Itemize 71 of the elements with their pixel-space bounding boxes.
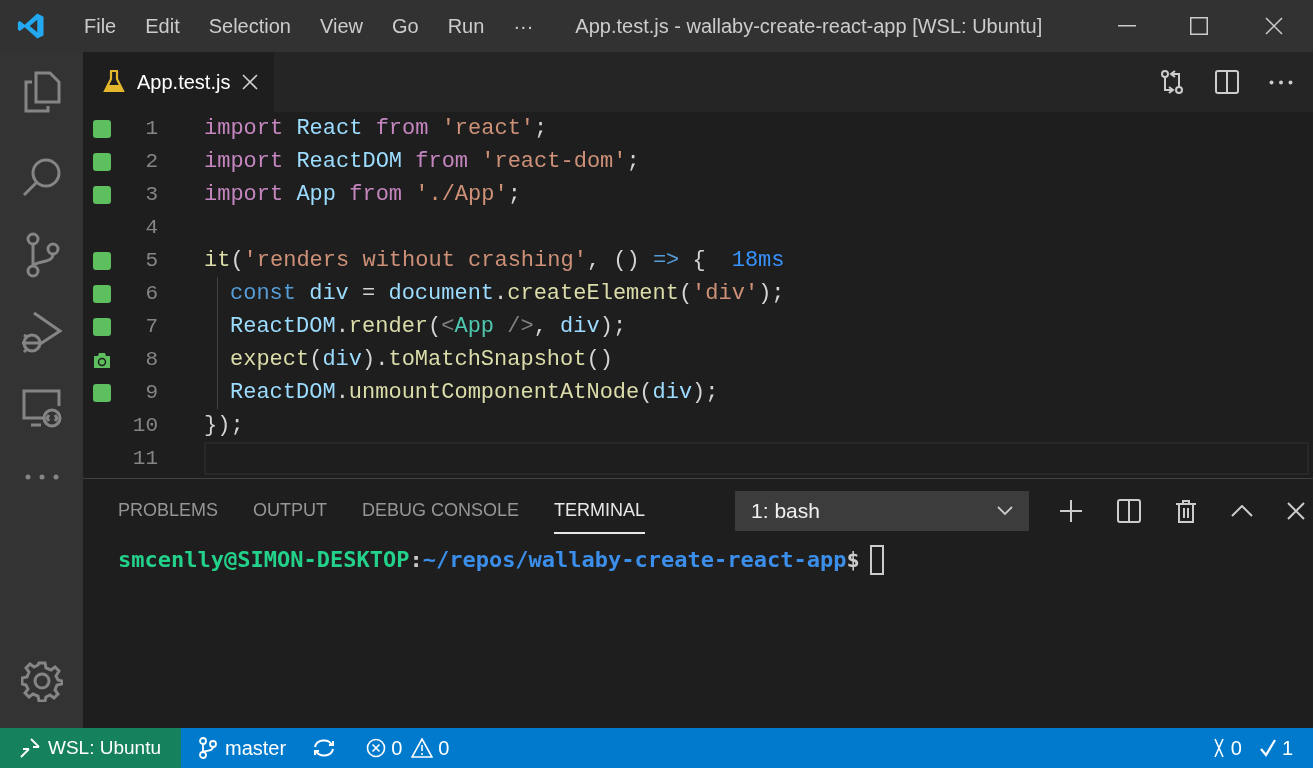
- line-number: 11: [131, 445, 158, 472]
- line-number: 2: [144, 148, 158, 175]
- terminal-prompt-symbol: $: [846, 546, 860, 574]
- panel-tab[interactable]: TERMINAL: [554, 488, 646, 534]
- code-line: ReactDOM.unmountComponentAtNode(div);: [230, 379, 719, 407]
- menu-item[interactable]: Run: [435, 11, 497, 41]
- line-number: 1: [144, 115, 158, 142]
- run-debug-icon[interactable]: [19, 310, 64, 356]
- passed-tests-indicator[interactable]: 1: [1259, 733, 1293, 763]
- code-line: });: [204, 412, 244, 440]
- more-actions-icon[interactable]: [1269, 79, 1293, 85]
- code-line: ReactDOM.render(<App />, div);: [230, 313, 627, 341]
- search-icon[interactable]: [20, 156, 63, 198]
- close-icon[interactable]: [1265, 17, 1283, 35]
- line-number: 6: [144, 280, 158, 307]
- menu-item[interactable]: File: [72, 11, 129, 41]
- more-icon[interactable]: [24, 474, 59, 480]
- cross-icon: [1212, 738, 1225, 758]
- test-duration: 18ms: [731, 247, 785, 275]
- branch-indicator[interactable]: master: [199, 733, 287, 763]
- failed-tests-indicator[interactable]: 0: [1212, 733, 1242, 763]
- warning-icon: [411, 738, 434, 758]
- editor-tab[interactable]: App.test.js: [83, 52, 275, 112]
- panel-tab[interactable]: PROBLEMS: [118, 488, 219, 534]
- line-number: 9: [144, 379, 158, 406]
- code-line: expect(div).toMatchSnapshot(): [230, 346, 613, 374]
- code-line: import ReactDOM from 'react-dom';: [204, 148, 640, 176]
- compare-changes-icon[interactable]: [1159, 69, 1185, 95]
- maximize-icon[interactable]: [1190, 17, 1208, 35]
- window-title: App.test.js - wallaby-create-react-app [WSL: Ubuntu]: [575, 14, 1043, 39]
- remote-indicator[interactable]: WSL: Ubuntu: [0, 728, 181, 768]
- chevron-down-icon: [997, 506, 1014, 516]
- terminal-path: ~/repos/wallaby-create-react-app: [422, 546, 847, 574]
- problems-indicator[interactable]: 0 0: [366, 733, 450, 763]
- code-line: const div = document.createElement('div');: [230, 280, 785, 308]
- check-icon: [1259, 739, 1276, 757]
- menu-item[interactable]: Edit: [133, 11, 192, 41]
- flask-icon: [103, 70, 125, 94]
- line-number: 10: [131, 412, 158, 439]
- code-line: it('renders without crashing', () => {: [204, 247, 706, 275]
- remote-icon: [20, 738, 40, 758]
- error-icon: [366, 738, 387, 758]
- line-number: 3: [144, 181, 158, 208]
- terminal-separator: :: [409, 546, 423, 574]
- split-terminal-icon[interactable]: [1117, 499, 1142, 523]
- panel-tab[interactable]: OUTPUT: [253, 488, 328, 534]
- line-number: 7: [144, 313, 158, 340]
- app-logo-icon: [16, 11, 46, 41]
- code-line: import App from './App';: [204, 181, 521, 209]
- remote-explorer-icon[interactable]: [20, 388, 63, 428]
- sync-icon[interactable]: [312, 738, 337, 758]
- chevron-up-icon[interactable]: [1231, 505, 1254, 517]
- split-editor-icon[interactable]: [1215, 70, 1239, 94]
- terminal-user-host: smcenlly@SIMON-DESKTOP: [118, 546, 410, 574]
- line-number: 5: [144, 247, 158, 274]
- line-number: 4: [144, 214, 158, 241]
- new-terminal-icon[interactable]: [1059, 499, 1084, 523]
- branch-icon: [199, 737, 217, 759]
- line-number: 8: [144, 346, 158, 373]
- close-tab-icon[interactable]: [242, 74, 259, 90]
- menu-item[interactable]: Go: [380, 11, 431, 41]
- panel-tab[interactable]: DEBUG CONSOLE: [362, 488, 520, 534]
- menu-item[interactable]: View: [308, 11, 375, 41]
- settings-icon[interactable]: [20, 660, 63, 702]
- menu-item[interactable]: Selection: [196, 11, 303, 41]
- terminal-cursor: [869, 544, 884, 575]
- menu-item[interactable]: ···: [501, 11, 546, 41]
- terminal-dropdown[interactable]: 1: bash: [735, 491, 1030, 531]
- code-line: import React from 'react';: [204, 115, 548, 143]
- close-panel-icon[interactable]: [1287, 502, 1306, 520]
- trash-icon[interactable]: [1175, 499, 1198, 523]
